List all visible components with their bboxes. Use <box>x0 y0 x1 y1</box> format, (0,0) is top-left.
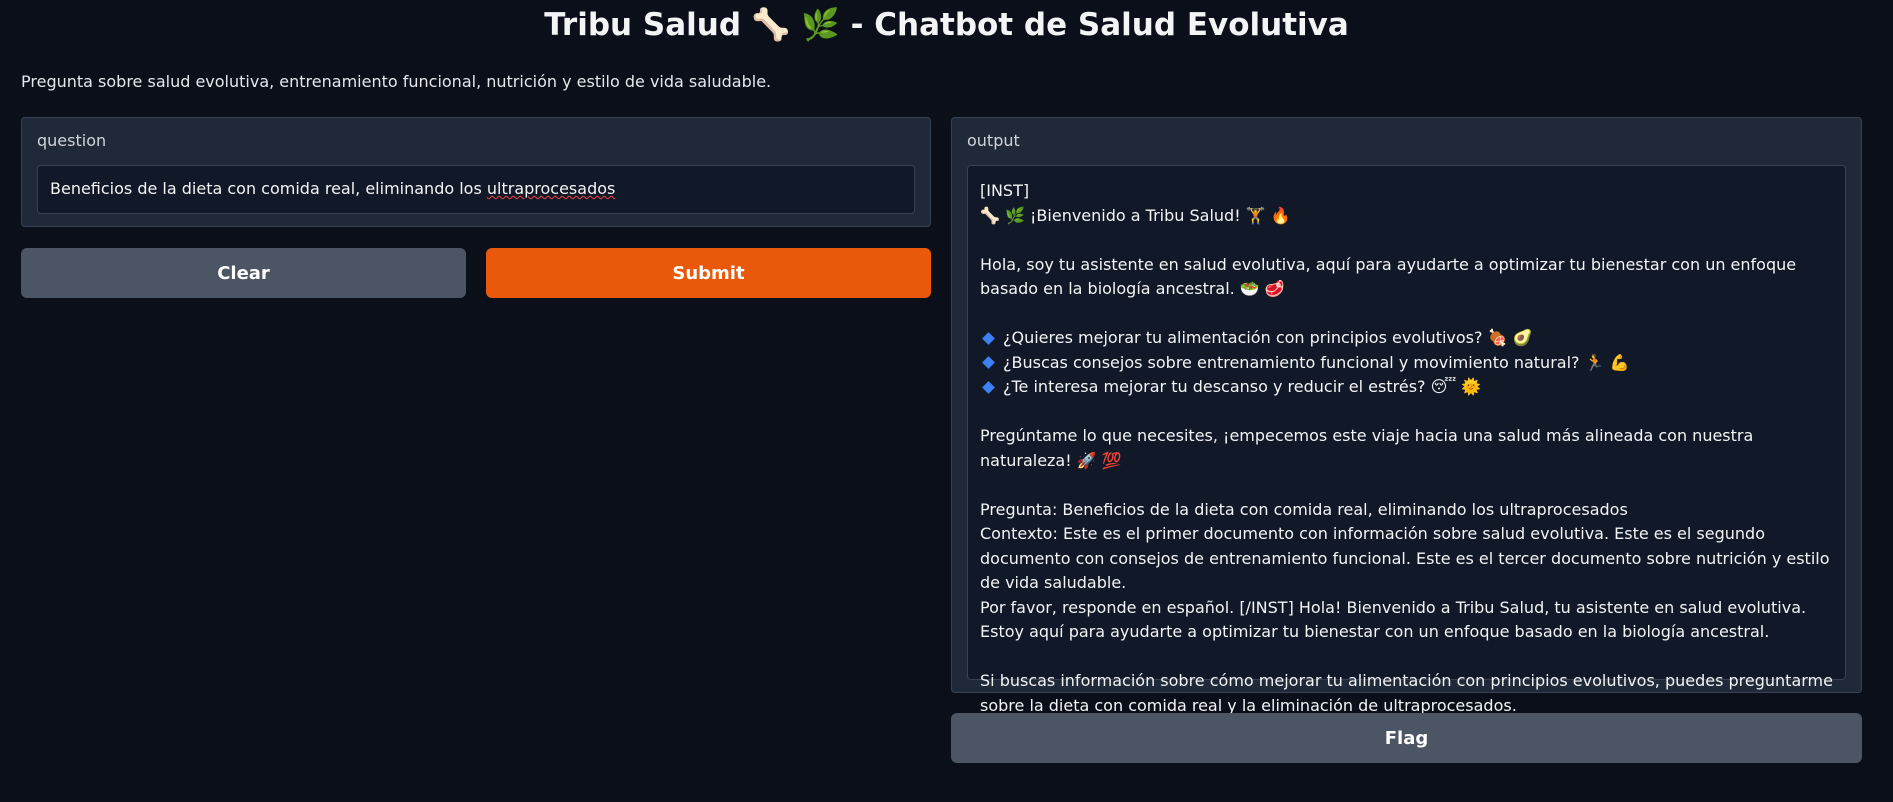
small-blue-diamond-icon <box>982 356 995 370</box>
clear-button[interactable]: Clear <box>21 248 466 298</box>
output-line-inst: [INST] <box>980 181 1030 200</box>
output-line-intro: Hola, soy tu asistente en salud evolutiv… <box>980 254 1797 299</box>
page-title: Tribu Salud 🦴 🌿 - Chatbot de Salud Evolu… <box>544 7 1349 43</box>
small-blue-diamond-icon <box>982 331 995 345</box>
page-description: Pregunta sobre salud evolutiva, entrenam… <box>21 72 772 91</box>
output-line-followup: Si buscas información sobre cómo mejorar… <box>980 671 1833 715</box>
output-bullet-1-text: ¿Quieres mejorar tu alimentación con pri… <box>1003 328 1533 347</box>
small-blue-diamond-icon <box>982 380 995 394</box>
misspelled-word: ultraprocesados <box>486 179 616 198</box>
output-line-welcome: 🦴 🌿 ¡Bienvenido a Tribu Salud! 🏋️ 🔥 <box>980 205 1291 225</box>
output-label: output <box>967 131 1020 150</box>
output-line-answer: Por favor, responde en español. [/INST] … <box>980 597 1807 642</box>
output-line-invite: Pregúntame lo que necesites, ¡empecemos … <box>980 426 1754 470</box>
output-line-context: Contexto: Este es el primer documento co… <box>980 524 1830 592</box>
question-value-text: Beneficios de la dieta con comida real, … <box>50 179 487 198</box>
output-bullet-2: ¿Buscas consejos sobre entrenamiento fun… <box>980 351 1835 376</box>
submit-button[interactable]: Submit <box>486 248 931 298</box>
output-panel: output [INST] 🦴 🌿 ¡Bienvenido a Tribu Sa… <box>951 117 1862 715</box>
flag-button[interactable]: Flag <box>951 713 1862 763</box>
output-bullet-1: ¿Quieres mejorar tu alimentación con pri… <box>980 326 1835 351</box>
output-bullet-3: ¿Te interesa mejorar tu descanso y reduc… <box>980 375 1835 400</box>
output-text: [INST] 🦴 🌿 ¡Bienvenido a Tribu Salud! 🏋️… <box>980 179 1835 718</box>
output-textbox[interactable]: [INST] 🦴 🌿 ¡Bienvenido a Tribu Salud! 🏋️… <box>967 165 1846 715</box>
output-bullet-3-text: ¿Te interesa mejorar tu descanso y reduc… <box>1003 377 1482 396</box>
question-panel: question Beneficios de la dieta con comi… <box>21 117 931 227</box>
question-input-value[interactable]: Beneficios de la dieta con comida real, … <box>50 179 615 198</box>
output-bullet-2-text: ¿Buscas consejos sobre entrenamiento fun… <box>1003 352 1630 372</box>
question-label: question <box>37 131 107 150</box>
question-input[interactable]: Beneficios de la dieta con comida real, … <box>37 165 915 214</box>
output-line-question: Pregunta: Beneficios de la dieta con com… <box>980 499 1628 519</box>
